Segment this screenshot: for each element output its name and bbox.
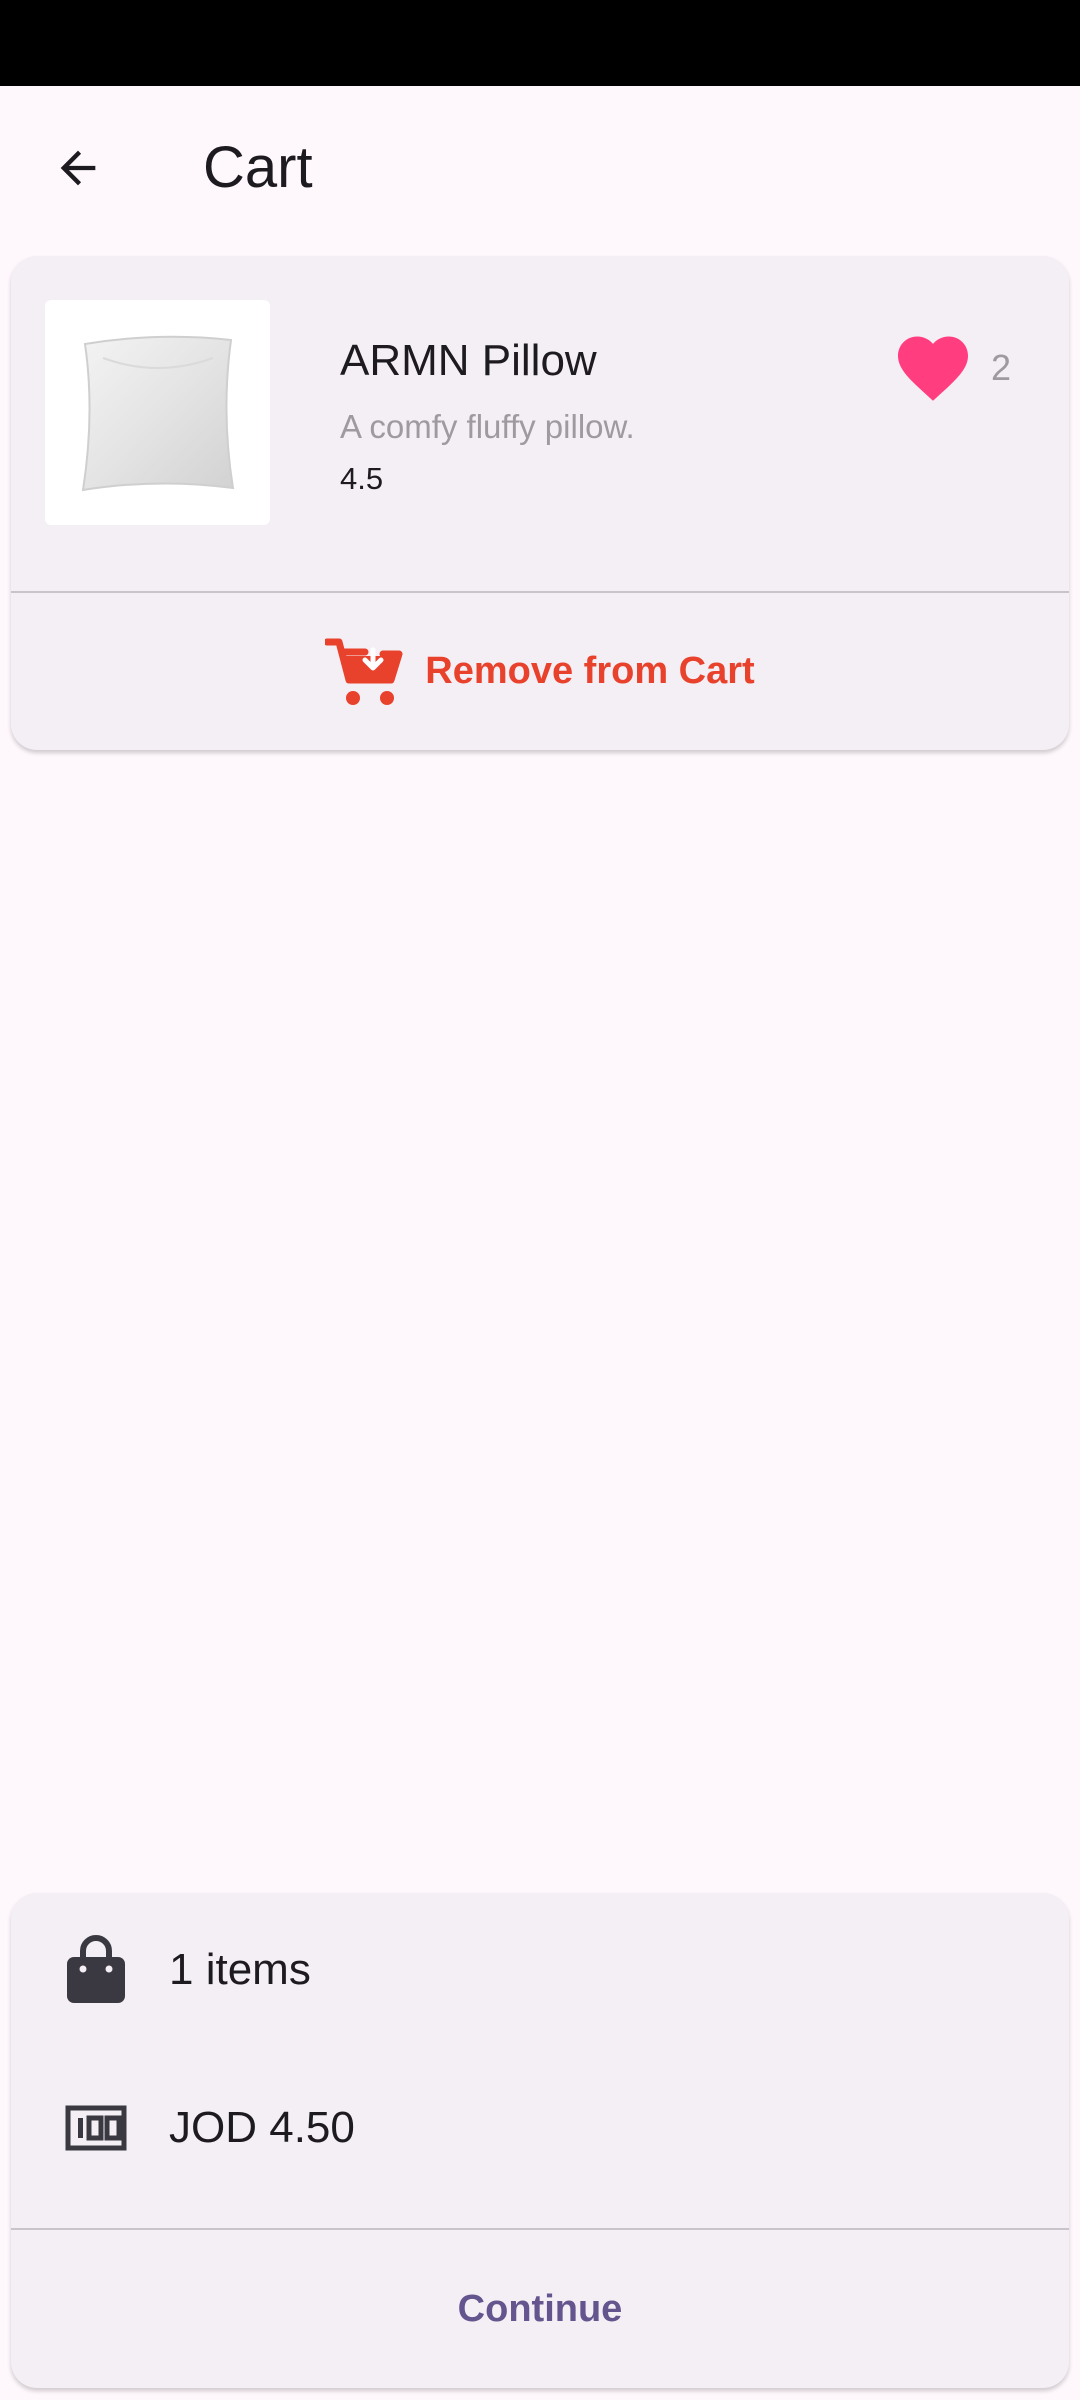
item-count-text: 1 items — [169, 1945, 311, 1994]
remove-from-cart-label: Remove from Cart — [425, 650, 755, 692]
total-row: JOD 4.50 — [11, 2073, 1069, 2183]
pillow-image — [81, 335, 234, 491]
product-image — [45, 300, 270, 525]
back-button[interactable] — [36, 126, 120, 210]
remove-shopping-cart-icon — [325, 638, 403, 705]
status-bar — [0, 0, 1080, 86]
favorite-count: 2 — [991, 347, 1012, 388]
favorite-toggle[interactable]: 2 — [891, 326, 1011, 410]
continue-button[interactable]: Continue — [11, 2230, 1069, 2388]
money-icon — [51, 2083, 141, 2173]
total-price-text: JOD 4.50 — [169, 2103, 355, 2152]
product-description: A comfy fluffy pillow. — [340, 408, 635, 445]
product-rating: 4.5 — [340, 461, 384, 496]
cart-item-card: ARMN Pillow A comfy fluffy pillow. 4.5 2… — [11, 256, 1069, 750]
shopping-bag-icon — [51, 1925, 141, 2015]
product-name: ARMN Pillow — [340, 336, 597, 385]
remove-from-cart-button[interactable]: Remove from Cart — [11, 593, 1069, 750]
heart-icon — [898, 336, 968, 401]
page-title: Cart — [203, 135, 313, 200]
arrow-back-icon — [60, 150, 96, 186]
item-count-row: 1 items — [11, 1915, 1069, 2025]
app-bar: Cart — [0, 86, 1080, 244]
cart-summary-card: 1 items JOD 4.50 Continue — [11, 1893, 1069, 2388]
